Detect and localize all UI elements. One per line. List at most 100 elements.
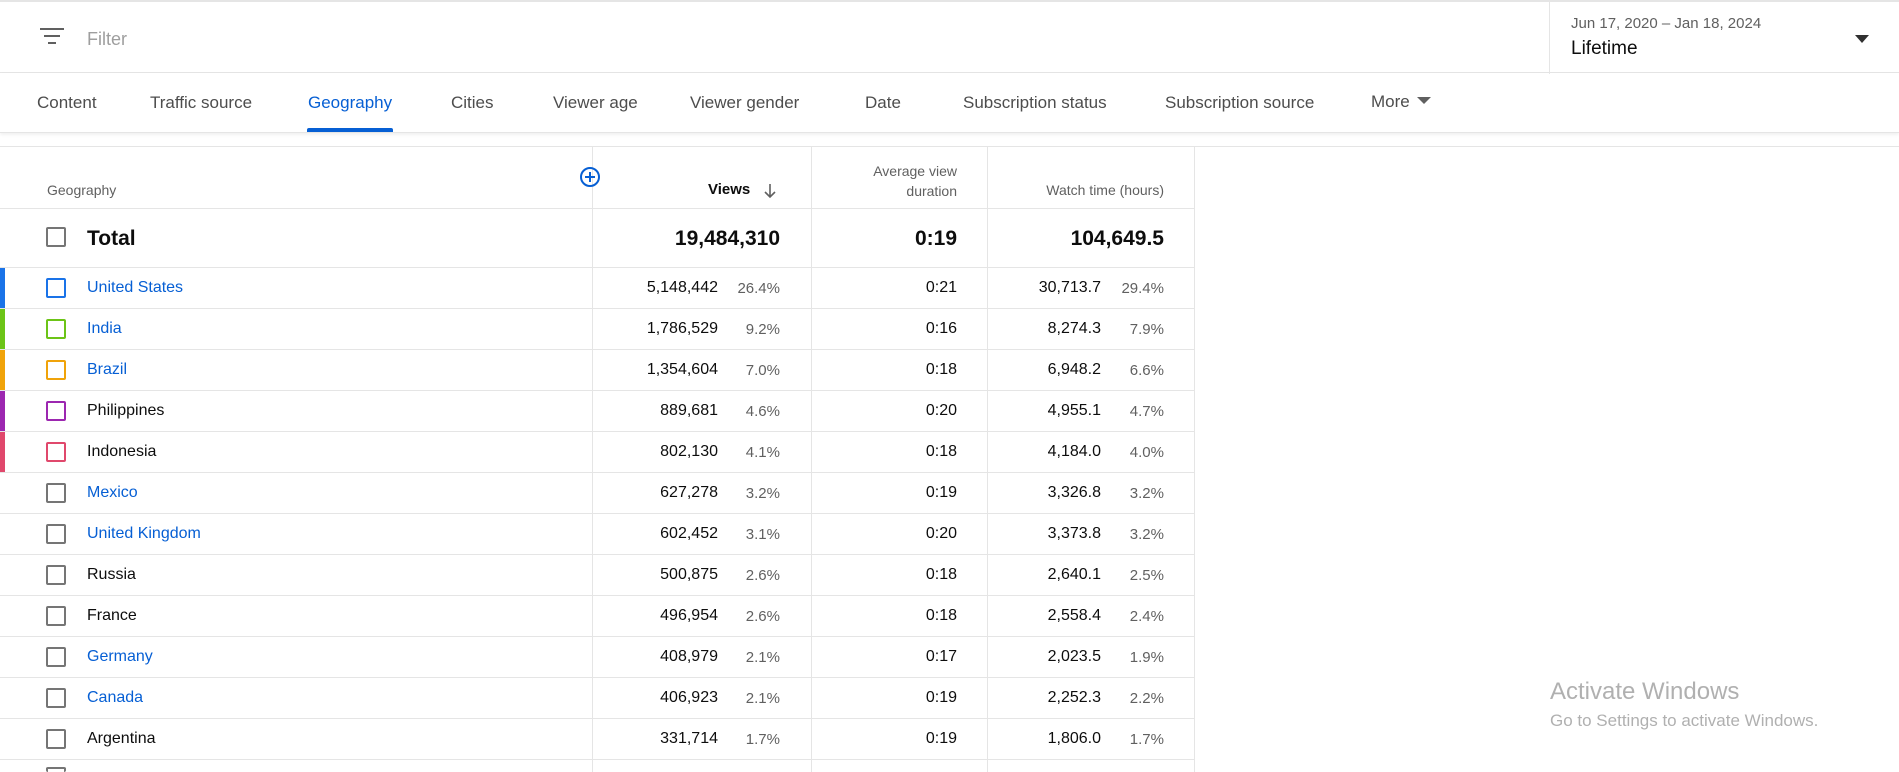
column-header-views[interactable]: Views xyxy=(708,181,750,198)
avg-duration-value: 0:19 xyxy=(925,730,957,747)
row-checkbox[interactable] xyxy=(46,401,66,421)
chevron-down-icon xyxy=(1416,97,1431,105)
views-percent: 2.6% xyxy=(745,567,780,584)
views-value: 1,786,529 xyxy=(646,320,718,337)
column-header-avg-duration[interactable]: Average view duration xyxy=(812,161,957,201)
views-value: 496,954 xyxy=(660,607,718,624)
column-header-watch-time[interactable]: Watch time (hours) xyxy=(988,182,1164,198)
row-checkbox[interactable] xyxy=(46,565,66,585)
filter-bar: Filter Jun 17, 2020 – Jan 18, 2024 Lifet… xyxy=(0,0,1899,74)
row-checkbox[interactable] xyxy=(46,767,66,772)
tab-date[interactable]: Date xyxy=(865,93,901,113)
watch-time-percent: 1.9% xyxy=(1129,649,1164,666)
watch-time-value: 8,274.3 xyxy=(1047,320,1101,337)
tab-geography[interactable]: Geography xyxy=(308,93,392,113)
chevron-down-icon[interactable] xyxy=(1855,35,1869,43)
watch-time-value: 2,640.1 xyxy=(1047,566,1101,583)
views-percent: 2.1% xyxy=(745,649,780,666)
views-value: 331,714 xyxy=(660,730,718,747)
row-checkbox[interactable] xyxy=(46,729,66,749)
table-row[interactable]: Mexico 627,278 3.2% 0:19 3,326.8 3.2% xyxy=(0,473,1195,514)
watch-time-value: 2,252.3 xyxy=(1047,689,1101,706)
watch-time-value: 30,713.7 xyxy=(1038,279,1101,296)
tab-viewer-age[interactable]: Viewer age xyxy=(553,93,638,113)
avg-duration-value: 0:20 xyxy=(925,525,957,542)
avg-duration-value: 0:18 xyxy=(925,443,957,460)
watch-time-value: 4,955.1 xyxy=(1047,402,1101,419)
watch-time-value: 1,806.0 xyxy=(1047,730,1101,747)
country-name[interactable]: United States xyxy=(87,279,183,297)
views-percent: 4.1% xyxy=(745,444,780,461)
views-value: 1,354,604 xyxy=(646,361,718,378)
row-checkbox[interactable] xyxy=(46,278,66,298)
country-name: Indonesia xyxy=(87,443,157,460)
views-value: 889,681 xyxy=(660,402,718,419)
filter-input[interactable]: Filter xyxy=(87,29,127,50)
filter-icon[interactable] xyxy=(40,28,64,46)
views-percent: 2.1% xyxy=(745,690,780,707)
series-color-bar xyxy=(0,350,5,390)
watch-time-percent: 2.5% xyxy=(1129,567,1164,584)
table-row[interactable]: Brazil 1,354,604 7.0% 0:18 6,948.2 6.6% xyxy=(0,350,1195,391)
watch-time-value: 2,023.5 xyxy=(1047,648,1101,665)
country-name[interactable]: Canada xyxy=(87,689,143,707)
table-row[interactable]: Argentina 331,714 1.7% 0:19 1,806.0 1.7% xyxy=(0,719,1195,760)
country-name[interactable]: United Kingdom xyxy=(87,525,201,543)
watch-time-percent: 2.2% xyxy=(1129,690,1164,707)
tab-traffic-source[interactable]: Traffic source xyxy=(150,93,252,113)
tab-more[interactable]: More xyxy=(1371,92,1431,112)
tab-cities[interactable]: Cities xyxy=(451,93,494,113)
date-period-text: Lifetime xyxy=(1571,38,1638,59)
tab-viewer-gender[interactable]: Viewer gender xyxy=(690,93,799,113)
views-value: 500,875 xyxy=(660,566,718,583)
row-checkbox[interactable] xyxy=(46,442,66,462)
table-row[interactable]: Russia 500,875 2.6% 0:18 2,640.1 2.5% xyxy=(0,555,1195,596)
row-checkbox[interactable] xyxy=(46,524,66,544)
row-checkbox[interactable] xyxy=(46,688,66,708)
table-row[interactable]: Philippines 889,681 4.6% 0:20 4,955.1 4.7% xyxy=(0,391,1195,432)
country-name[interactable]: Mexico xyxy=(87,484,138,502)
country-name: France xyxy=(87,607,137,624)
avg-duration-value: 0:21 xyxy=(925,279,957,296)
date-range-selector[interactable]: Jun 17, 2020 – Jan 18, 2024 Lifetime xyxy=(1549,2,1899,74)
header-line: duration xyxy=(906,183,957,199)
series-color-bar xyxy=(0,391,5,431)
views-percent: 4.6% xyxy=(745,403,780,420)
watch-time-percent: 1.7% xyxy=(1129,731,1164,748)
table-row[interactable]: India 1,786,529 9.2% 0:16 8,274.3 7.9% xyxy=(0,309,1195,350)
activate-windows-subtitle: Go to Settings to activate Windows. xyxy=(1550,711,1819,730)
tab-subscription-status[interactable]: Subscription status xyxy=(963,93,1107,113)
watch-time-percent: 2.4% xyxy=(1129,608,1164,625)
views-percent: 3.2% xyxy=(745,485,780,502)
table-row[interactable]: France 496,954 2.6% 0:18 2,558.4 2.4% xyxy=(0,596,1195,637)
table-row[interactable]: Germany 408,979 2.1% 0:17 2,023.5 1.9% xyxy=(0,637,1195,678)
row-checkbox[interactable] xyxy=(46,483,66,503)
table-row[interactable]: United Kingdom 602,452 3.1% 0:20 3,373.8 3.2% xyxy=(0,514,1195,555)
table-row[interactable]: United States 5,148,442 26.4% 0:21 30,713.7 2… xyxy=(0,268,1195,309)
add-circle-icon[interactable] xyxy=(580,167,600,187)
table-row[interactable]: Canada 406,923 2.1% 0:19 2,252.3 2.2% xyxy=(0,678,1195,719)
row-checkbox[interactable] xyxy=(46,647,66,667)
country-name: Russia xyxy=(87,566,136,583)
total-label: Total xyxy=(87,227,136,250)
country-name[interactable]: Germany xyxy=(87,648,153,666)
avg-duration-value: 0:19 xyxy=(925,484,957,501)
views-percent: 1.7% xyxy=(745,731,780,748)
country-name[interactable]: Brazil xyxy=(87,361,127,379)
tab-content[interactable]: Content xyxy=(37,93,97,113)
total-watch-time: 104,649.5 xyxy=(1070,227,1164,250)
watch-time-percent: 3.2% xyxy=(1129,526,1164,543)
country-name: Philippines xyxy=(87,402,165,419)
row-checkbox[interactable] xyxy=(46,319,66,339)
watch-time-value: 3,373.8 xyxy=(1047,525,1101,542)
arrow-down-icon[interactable] xyxy=(763,183,777,199)
total-checkbox[interactable] xyxy=(46,227,66,247)
row-checkbox[interactable] xyxy=(46,606,66,626)
row-checkbox[interactable] xyxy=(46,360,66,380)
country-name[interactable]: India xyxy=(87,320,122,338)
watch-time-percent: 29.4% xyxy=(1121,280,1164,297)
avg-duration-value: 0:18 xyxy=(925,607,957,624)
tab-more-label: More xyxy=(1371,92,1410,111)
tab-subscription-source[interactable]: Subscription source xyxy=(1165,93,1314,113)
table-row[interactable]: Indonesia 802,130 4.1% 0:18 4,184.0 4.0% xyxy=(0,432,1195,473)
